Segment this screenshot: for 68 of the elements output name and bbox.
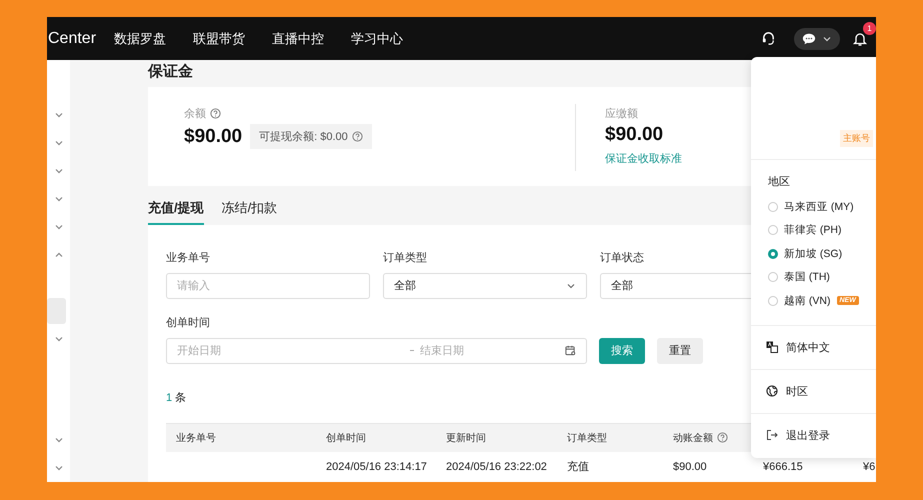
- end-date-placeholder: 结束日期: [420, 344, 464, 358]
- radio-button[interactable]: [768, 202, 778, 212]
- chevron-down-icon[interactable]: [54, 334, 64, 344]
- nav-menu-item[interactable]: 联盟带货: [193, 30, 246, 48]
- column-header: 动账金额: [673, 432, 713, 445]
- table-cell: 2024/05/16 23:22:02: [446, 460, 547, 473]
- start-date-placeholder: 开始日期: [177, 344, 221, 358]
- help-icon[interactable]: [210, 108, 221, 119]
- column-header: 订单类型: [567, 432, 607, 445]
- help-icon[interactable]: [717, 432, 728, 444]
- menu-item[interactable]: 退出登录: [751, 414, 876, 456]
- page-title: 保证金: [148, 62, 194, 82]
- nav-menu-item[interactable]: 直播中控: [272, 30, 324, 48]
- table-cell: 充值: [567, 461, 589, 474]
- notification-badge: 1: [863, 22, 876, 34]
- radio-button[interactable]: [768, 296, 778, 306]
- nav-menu-item[interactable]: 数据罗盘: [114, 30, 166, 48]
- region-option[interactable]: 马来西亚 (MY): [768, 195, 876, 218]
- region-label: 地区: [768, 175, 791, 189]
- menu-item[interactable]: 时区: [751, 370, 876, 414]
- filter-label: 创单时间: [166, 316, 210, 330]
- chat-bubble-icon: [802, 32, 816, 46]
- radio-button[interactable]: [768, 225, 778, 236]
- tab[interactable]: 冻结/扣款: [222, 198, 278, 225]
- globe-icon: [766, 385, 778, 397]
- amount-due: $90.00: [605, 124, 664, 146]
- select-field[interactable]: 全部: [383, 272, 587, 299]
- region-option[interactable]: 新加坡 (SG): [768, 242, 876, 266]
- nav-menu-item[interactable]: 学习中心: [351, 30, 404, 48]
- region-option[interactable]: 菲律宾 (PH): [768, 218, 876, 242]
- chevron-down-icon[interactable]: [54, 435, 64, 445]
- amount-due-label: 应缴额: [605, 106, 638, 121]
- result-count: 1: [166, 392, 172, 404]
- filter-label: 订单类型: [383, 250, 427, 265]
- order-number-input[interactable]: 请输入: [166, 272, 370, 299]
- logout-icon: [766, 429, 778, 441]
- translate-icon: [766, 341, 778, 353]
- reset-button[interactable]: 重置: [657, 338, 703, 364]
- deposit-standard-link[interactable]: 保证金收取标准: [605, 151, 682, 166]
- chevron-down-icon[interactable]: [54, 110, 64, 120]
- help-icon[interactable]: [352, 131, 363, 142]
- bell-icon[interactable]: [852, 30, 868, 46]
- result-unit: 条: [175, 392, 186, 404]
- balance-label: 余额: [184, 106, 206, 121]
- column-header: 创单时间: [326, 432, 366, 445]
- headset-icon[interactable]: [761, 31, 776, 46]
- chevron-down-icon[interactable]: [54, 166, 64, 176]
- brand-name: Center: [48, 30, 96, 48]
- menu-item[interactable]: 简体中文: [751, 326, 876, 370]
- balance-amount: $90.00: [184, 126, 242, 148]
- table-cell: $90.00: [673, 460, 707, 473]
- radio-button[interactable]: [768, 248, 778, 259]
- withdrawable-balance: 可提现余额: $0.00: [259, 130, 348, 144]
- table-cell: 2024/05/16 23:14:17: [326, 460, 427, 473]
- filter-label: 订单状态: [600, 250, 644, 265]
- table-cell: ¥6: [863, 460, 876, 473]
- column-header: 业务单号: [176, 432, 216, 445]
- table-cell: ¥666.15: [763, 460, 803, 473]
- account-switcher[interactable]: [794, 28, 840, 50]
- main-account-tag: 主账号: [840, 130, 873, 147]
- calendar-icon: [565, 345, 576, 356]
- filter-label: 业务单号: [166, 250, 210, 265]
- chevron-down-icon[interactable]: [54, 222, 64, 232]
- chevron-down-icon[interactable]: [54, 138, 64, 148]
- chevron-down-icon[interactable]: [54, 194, 64, 204]
- chevron-down-icon[interactable]: [54, 463, 64, 473]
- column-header: 更新时间: [446, 432, 486, 445]
- radio-button[interactable]: [768, 272, 778, 282]
